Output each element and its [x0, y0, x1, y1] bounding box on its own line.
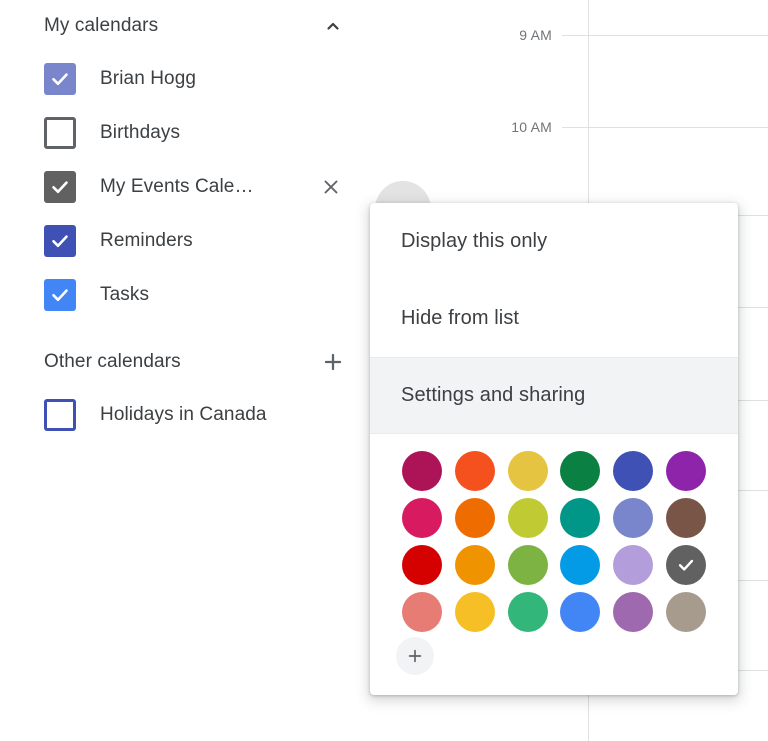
color-swatch-selected[interactable] [665, 545, 706, 585]
checkbox-unchecked[interactable] [44, 117, 76, 149]
my-calendars-header: My calendars [0, 0, 370, 52]
calendar-context-menu: Display this only Hide from list Settings … [370, 203, 738, 695]
color-swatch[interactable] [665, 451, 706, 491]
color-picker [370, 434, 738, 693]
calendar-name-label: Reminders [100, 230, 193, 251]
add-custom-color-row [396, 632, 712, 681]
color-swatch[interactable] [665, 498, 706, 538]
hour-gridline [562, 127, 768, 128]
calendar-list-item[interactable]: My Events Cale… [0, 160, 370, 214]
calendar-list-item[interactable]: Reminders [0, 214, 370, 268]
close-icon[interactable] [314, 170, 348, 204]
color-swatch[interactable] [454, 592, 495, 632]
color-swatch[interactable] [454, 498, 495, 538]
color-swatch[interactable] [454, 545, 495, 585]
checkbox-checked[interactable] [44, 279, 76, 311]
checkbox-unchecked[interactable] [44, 399, 76, 431]
calendar-list-item[interactable]: Brian Hogg [0, 52, 370, 106]
checkbox-checked[interactable] [44, 63, 76, 95]
color-swatch[interactable] [665, 592, 706, 632]
color-swatch[interactable] [560, 545, 601, 585]
calendar-name-label: Holidays in Canada [100, 404, 267, 425]
color-swatch[interactable] [402, 592, 443, 632]
color-swatch[interactable] [507, 545, 548, 585]
calendar-name-label: Birthdays [100, 122, 181, 143]
color-swatch[interactable] [402, 498, 443, 538]
my-calendars-title: My calendars [44, 15, 159, 36]
hour-gridline [562, 35, 768, 36]
context-menu-item-list: Display this only Hide from list Settings … [370, 203, 738, 434]
color-swatch[interactable] [507, 592, 548, 632]
color-swatch[interactable] [560, 498, 601, 538]
color-swatch[interactable] [612, 545, 653, 585]
color-swatch[interactable] [454, 451, 495, 491]
checkbox-checked[interactable] [44, 225, 76, 257]
checkbox-checked[interactable] [44, 171, 76, 203]
color-swatch[interactable] [560, 592, 601, 632]
chevron-up-icon[interactable] [316, 9, 350, 43]
calendar-name-label: Tasks [100, 284, 150, 305]
calendar-name-label: Brian Hogg [100, 68, 197, 89]
calendar-list-item[interactable]: Holidays in Canada [0, 388, 370, 442]
color-swatch[interactable] [402, 545, 443, 585]
my-calendars-list: Brian Hogg Birthdays My Events Cale… Remind… [0, 52, 370, 322]
menu-item-settings-and-sharing[interactable]: Settings and sharing [370, 357, 738, 434]
calendar-sidebar: My calendars Brian Hogg Birthdays My Event… [0, 0, 370, 741]
other-calendars-title: Other calendars [44, 351, 181, 372]
color-swatch[interactable] [507, 498, 548, 538]
time-axis-label: 9 AM [519, 27, 552, 43]
other-calendars-list: Holidays in Canada [0, 388, 370, 442]
menu-item-display-this-only[interactable]: Display this only [370, 203, 738, 280]
calendar-list-item[interactable]: Tasks [0, 268, 370, 322]
color-swatch[interactable] [507, 451, 548, 491]
color-swatch[interactable] [612, 592, 653, 632]
calendar-list-item[interactable]: Birthdays [0, 106, 370, 160]
calendar-name-label: My Events Cale… [100, 176, 254, 197]
plus-icon[interactable] [396, 637, 434, 675]
color-swatch-grid [396, 451, 712, 632]
color-swatch[interactable] [402, 451, 443, 491]
menu-item-hide-from-list[interactable]: Hide from list [370, 280, 738, 357]
color-swatch[interactable] [612, 498, 653, 538]
color-swatch[interactable] [560, 451, 601, 491]
other-calendars-header: Other calendars [0, 336, 370, 388]
color-swatch[interactable] [612, 451, 653, 491]
plus-icon[interactable] [316, 345, 350, 379]
time-axis-label: 10 AM [511, 119, 552, 135]
